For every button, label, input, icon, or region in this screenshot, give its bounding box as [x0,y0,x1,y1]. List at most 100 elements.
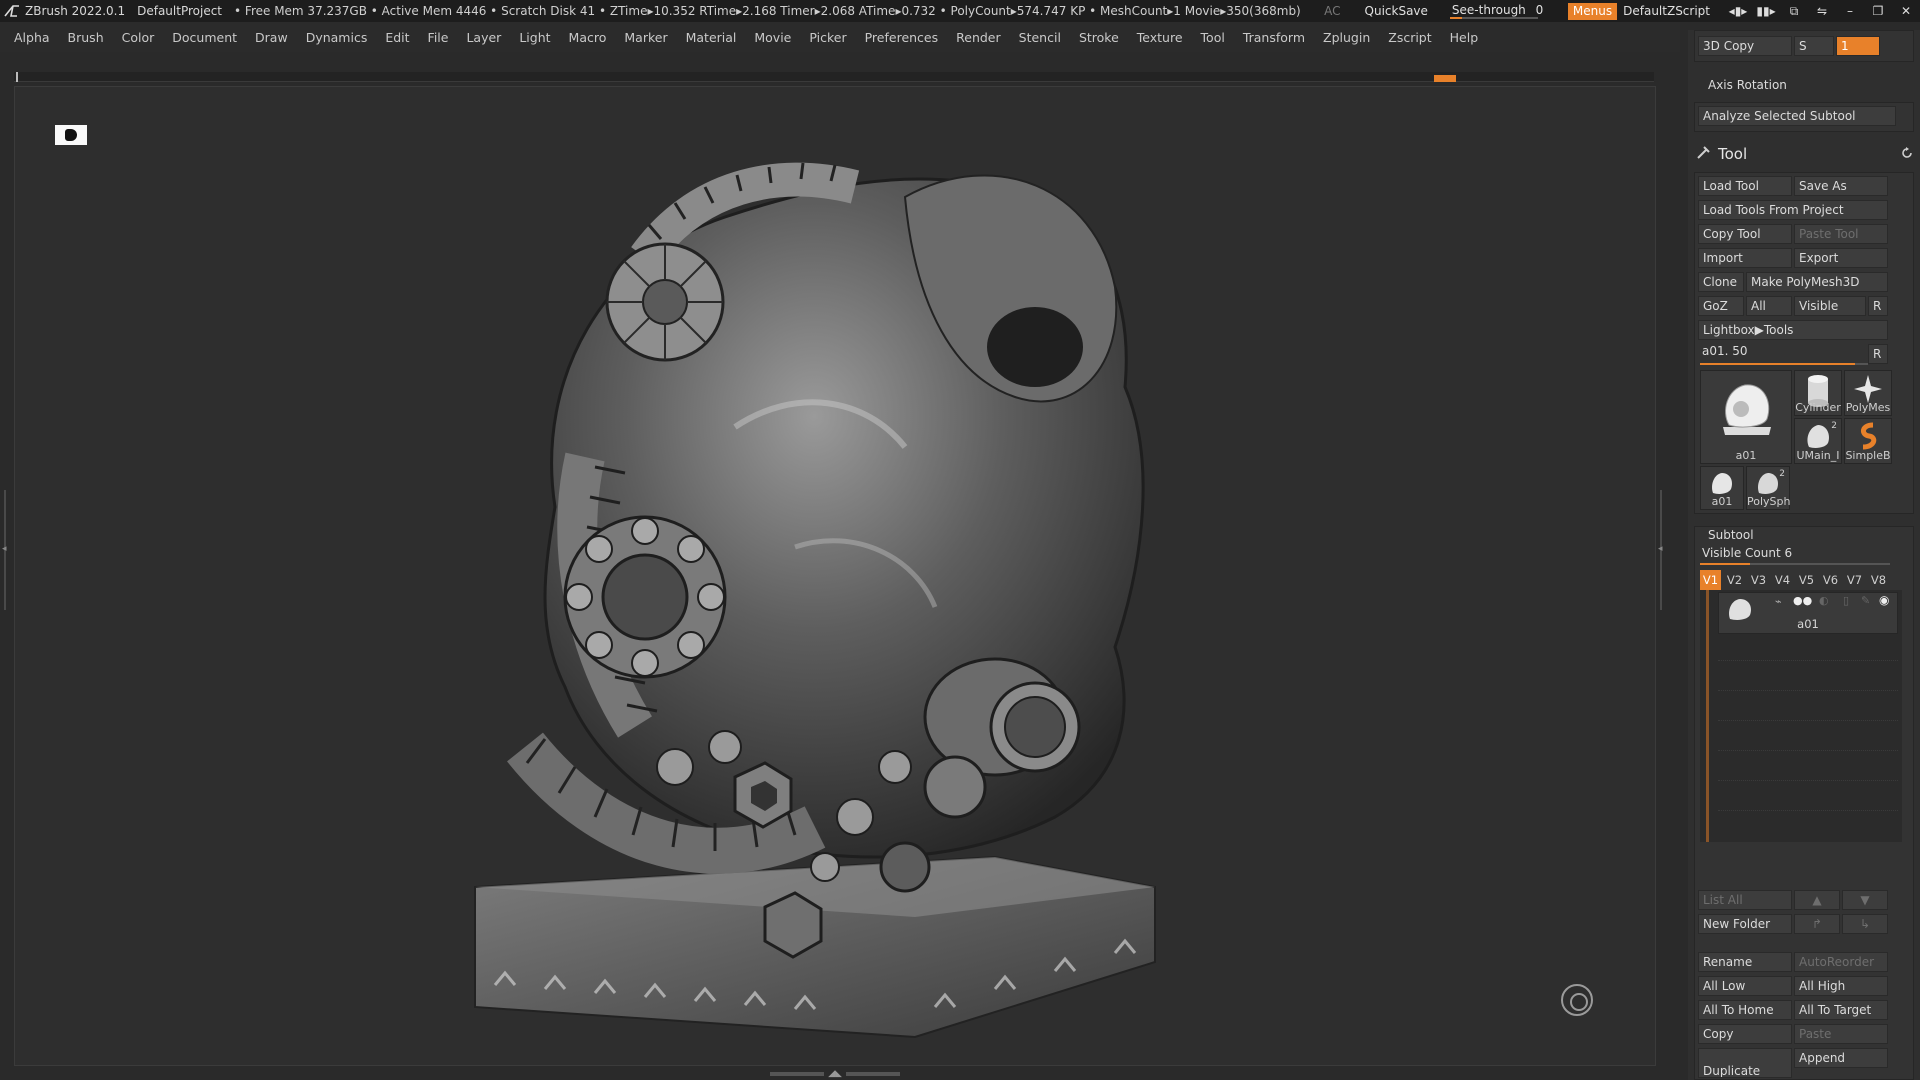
subtool-item-a01[interactable]: ⌁ ●● ◐ ▯ ✎ ◉ a01 [1718,592,1898,634]
menu-color[interactable]: Color [122,30,155,45]
menu-file[interactable]: File [428,30,449,45]
lightbox-tools-button[interactable]: Lightbox▶Tools [1698,320,1888,340]
analyze-subtool-button[interactable]: Analyze Selected Subtool [1698,106,1896,126]
visibility-set-tab-v6[interactable]: V6 [1820,570,1841,590]
save-as-button[interactable]: Save As [1794,176,1888,196]
quicksave-button[interactable]: QuickSave [1365,4,1428,18]
make-polymesh3d-button[interactable]: Make PolyMesh3D [1746,272,1888,292]
move-up-icon[interactable]: ▲ [1794,890,1840,910]
menu-marker[interactable]: Marker [624,30,667,45]
menus-toggle-button[interactable]: Menus [1567,2,1618,20]
all-low-button[interactable]: All Low [1698,976,1792,996]
menu-picker[interactable]: Picker [809,30,846,45]
export-button[interactable]: Export [1794,248,1888,268]
subtool-eye-icon[interactable]: ◉ [1879,593,1889,607]
left-tray-arrow-icon[interactable]: ◂ [2,544,8,554]
clone-button[interactable]: Clone [1698,272,1744,292]
menu-stencil[interactable]: Stencil [1019,30,1061,45]
visibility-set-tab-v8[interactable]: V8 [1868,570,1889,590]
ac-indicator[interactable]: AC [1324,4,1340,18]
project-name[interactable]: DefaultProject [137,4,222,18]
subtool-toggle-icon[interactable]: ●● [1793,594,1812,607]
menu-brush[interactable]: Brush [68,30,104,45]
menu-movie[interactable]: Movie [754,30,791,45]
tool-thumb-cylinder[interactable]: Cylinder [1794,370,1842,416]
menu-zscript[interactable]: Zscript [1388,30,1431,45]
goz-visible-button[interactable]: Visible [1794,296,1866,316]
see-through-slider[interactable]: See-through 0 [1446,2,1554,20]
auto-reorder-button[interactable]: AutoReorder [1794,952,1888,972]
close-icon[interactable]: ✕ [1892,4,1920,18]
swap-ui-icon[interactable]: ⧉ [1780,4,1808,19]
visibility-set-tab-v2[interactable]: V2 [1724,570,1745,590]
menu-layer[interactable]: Layer [466,30,501,45]
refresh-icon[interactable] [1900,146,1914,160]
list-all-button[interactable]: List All [1698,890,1792,910]
visibility-set-tab-v1[interactable]: V1 [1700,570,1721,590]
all-high-button[interactable]: All High [1794,976,1888,996]
brush-pin-icon[interactable] [1694,144,1712,162]
tool-palette-header[interactable]: Tool [1688,140,1920,168]
all-to-home-button[interactable]: All To Home [1698,1000,1792,1020]
axis-rotation-label[interactable]: Axis Rotation [1708,78,1787,92]
menu-light[interactable]: Light [519,30,550,45]
paste-button[interactable]: Paste [1794,1024,1888,1044]
menu-preferences[interactable]: Preferences [865,30,939,45]
folder-out-icon[interactable]: ↳ [1842,914,1888,934]
rename-button[interactable]: Rename [1698,952,1792,972]
minimize-icon[interactable]: – [1836,4,1864,18]
menu-texture[interactable]: Texture [1137,30,1183,45]
layout-alt-icon[interactable]: ▮▮▸ [1752,4,1780,18]
s-value-field[interactable]: 1 [1836,36,1880,56]
visibility-set-tab-v7[interactable]: V7 [1844,570,1865,590]
copy-tool-button[interactable]: Copy Tool [1698,224,1792,244]
tool-thumb-polymesh[interactable]: PolyMes [1844,370,1892,416]
subtool-pencil-icon[interactable]: ✎ [1861,594,1870,607]
tool-thumb-a01-small[interactable]: a01 [1700,466,1744,510]
default-zscript-button[interactable]: DefaultZScript [1623,4,1710,18]
layout-icon[interactable]: ◂▮▸ [1724,4,1752,18]
menu-transform[interactable]: Transform [1243,30,1305,45]
subtool-list[interactable]: ⌁ ●● ◐ ▯ ✎ ◉ a01 [1700,590,1902,842]
menu-draw[interactable]: Draw [255,30,288,45]
subtool-lock-icon[interactable]: ▯ [1843,594,1849,607]
visibility-set-tab-v4[interactable]: V4 [1772,570,1793,590]
menu-stroke[interactable]: Stroke [1079,30,1119,45]
bottom-tray-handle[interactable]: ◢◣ [770,1070,900,1079]
import-button[interactable]: Import [1698,248,1792,268]
menu-macro[interactable]: Macro [569,30,607,45]
move-down-icon[interactable]: ▼ [1842,890,1888,910]
visible-count-slider[interactable] [1700,548,1890,566]
all-to-target-button[interactable]: All To Target [1794,1000,1888,1020]
menu-render[interactable]: Render [956,30,1001,45]
new-folder-button[interactable]: New Folder [1698,914,1792,934]
tool-thumb-simpleb[interactable]: SimpleB [1844,418,1892,464]
right-tray-arrow-icon[interactable]: ◂ [1658,544,1664,554]
tool-thumb-a01[interactable]: a01 [1700,370,1792,464]
subtool-title[interactable]: Subtool [1708,528,1754,542]
menu-edit[interactable]: Edit [385,30,409,45]
subtool-brush-icon[interactable]: ⌁ [1775,595,1782,608]
tool-r-button[interactable]: R [1868,344,1888,364]
goz-button[interactable]: GoZ [1698,296,1744,316]
subtool-list-scrollbar[interactable] [1706,590,1709,842]
tool-thumb-umain[interactable]: UMain_I 2 [1794,418,1842,464]
ui-restore-icon[interactable]: ⇋ [1808,4,1836,18]
append-button[interactable]: Append [1794,1048,1888,1068]
canvas-viewport[interactable] [14,86,1656,1066]
goz-all-button[interactable]: All [1746,296,1792,316]
copy-button[interactable]: Copy [1698,1024,1792,1044]
menu-help[interactable]: Help [1450,30,1479,45]
load-tools-from-project-button[interactable]: Load Tools From Project [1698,200,1888,220]
visibility-set-tab-v5[interactable]: V5 [1796,570,1817,590]
3d-copy-button[interactable]: 3D Copy [1698,36,1792,56]
timeline-marker[interactable] [1434,75,1456,82]
menu-document[interactable]: Document [172,30,237,45]
bottom-tray-arrow-icon[interactable]: ◢◣ [828,1070,842,1079]
current-tool-slider[interactable] [1700,348,1868,366]
duplicate-button[interactable]: Duplicate [1698,1048,1792,1078]
tool-thumb-polysph[interactable]: PolySph 2 [1746,466,1790,510]
goz-r-button[interactable]: R [1868,296,1888,316]
menu-alpha[interactable]: Alpha [14,30,50,45]
subtool-polyframe-icon[interactable]: ◐ [1819,594,1829,607]
